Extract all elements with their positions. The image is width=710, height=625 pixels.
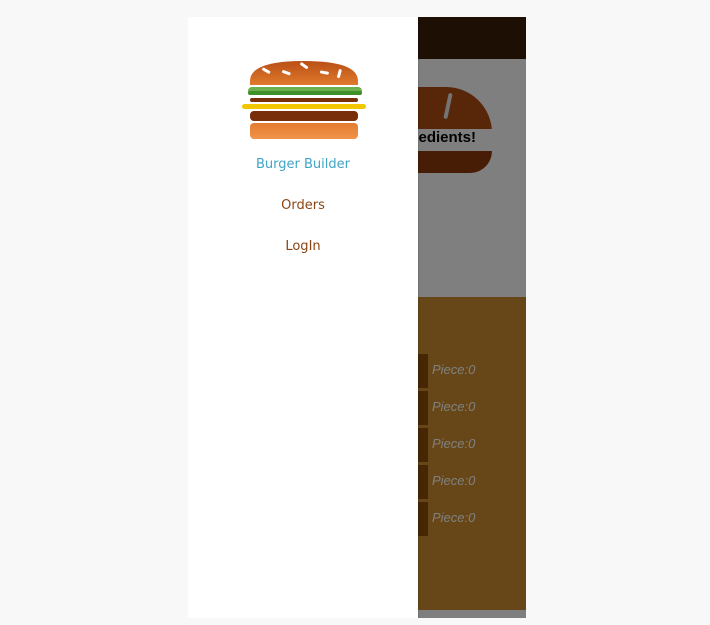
navigation-items: Burger Builder Orders LogIn bbox=[188, 147, 418, 270]
side-drawer: Burger Builder Orders LogIn bbox=[188, 17, 418, 618]
nav-item-login[interactable]: LogIn bbox=[188, 229, 418, 270]
app-viewport: edients! Piece:0 Piece:0 Piece:0 Piece:0… bbox=[188, 17, 526, 618]
nav-item-orders[interactable]: Orders bbox=[188, 188, 418, 229]
nav-item-burger-builder[interactable]: Burger Builder bbox=[188, 147, 418, 188]
burger-icon bbox=[242, 61, 366, 139]
burger-logo[interactable] bbox=[242, 59, 366, 141]
